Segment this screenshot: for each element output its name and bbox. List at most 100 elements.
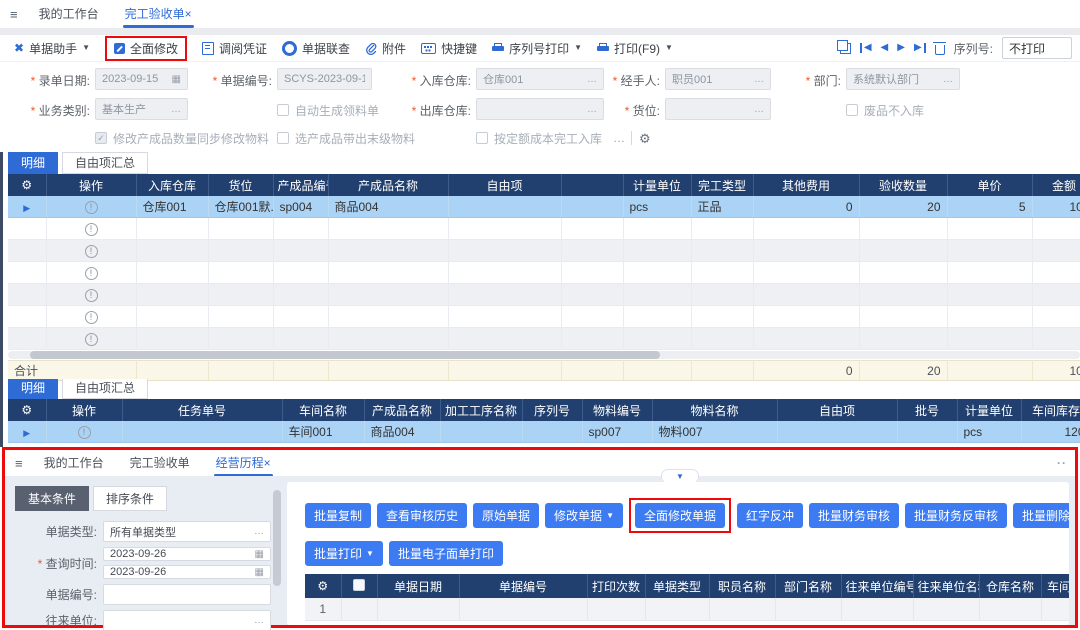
- edit-doc-button[interactable]: 修改单据 ▼: [545, 503, 623, 528]
- grid-settings-gear-icon[interactable]: ⚙: [305, 574, 341, 598]
- query-doc-no-field[interactable]: [103, 584, 271, 605]
- checkbox-icon: [277, 132, 289, 144]
- tab-completion-acceptance[interactable]: 完工验收单×: [112, 1, 205, 28]
- table-row[interactable]: !: [8, 284, 1080, 306]
- table-row[interactable]: !: [8, 218, 1080, 240]
- next-record-icon[interactable]: ▶: [897, 43, 905, 53]
- more-indicator[interactable]: ··: [1057, 456, 1067, 470]
- prev-record-icon[interactable]: ◀: [881, 43, 889, 53]
- batch-copy-button[interactable]: 批量复制: [305, 503, 371, 528]
- grid2-tab-detail[interactable]: 明细: [8, 379, 58, 399]
- top-tab-bar: ≡ 我的工作台 完工验收单×: [0, 0, 1080, 28]
- batch-fin-unaudit-button[interactable]: 批量财务反审核: [905, 503, 1007, 528]
- bring-material-checkbox[interactable]: 选产成品带出末级物料: [277, 126, 415, 150]
- audit-history-button[interactable]: 查看审核历史: [377, 503, 467, 528]
- scrollbar-thumb[interactable]: [30, 351, 660, 359]
- row-warning-icon[interactable]: !: [85, 289, 98, 302]
- date-from-field[interactable]: 2023-09-26 ▦: [103, 547, 271, 561]
- doc-assistant-button[interactable]: ✖ 单据助手 ▼: [14, 40, 90, 57]
- serial-print-button[interactable]: 序列号打印 ▼: [492, 40, 582, 57]
- quota-cost-checkbox[interactable]: 按定额成本完工入库: [476, 126, 602, 150]
- row-warning-icon[interactable]: !: [85, 223, 98, 236]
- attachment-button[interactable]: 附件: [365, 40, 406, 57]
- table-row[interactable]: !: [8, 328, 1080, 350]
- entry-date-field[interactable]: 2023-09-15 ▦: [95, 68, 188, 90]
- table-row[interactable]: !: [8, 306, 1080, 328]
- table-row[interactable]: !: [8, 262, 1080, 284]
- doc-link-query-button[interactable]: 单据联查: [282, 40, 350, 57]
- cell: [561, 284, 623, 306]
- batch-print-button[interactable]: 批量打印 ▼: [305, 541, 383, 566]
- grid-settings-gear-icon[interactable]: ⚙: [8, 174, 46, 196]
- material-grid-zone: 明细 自由项汇总 ⚙ 操作 任务单号 车间名称 产成品名称 加工工序名称 序列号…: [8, 379, 1080, 443]
- more-options-button[interactable]: …: [613, 126, 625, 150]
- tab-my-workspace[interactable]: 我的工作台: [26, 1, 112, 28]
- copy-doc-icon[interactable]: [840, 43, 851, 54]
- link-query-icon: [282, 41, 297, 56]
- batch-fin-audit-button[interactable]: 批量财务审核: [809, 503, 899, 528]
- view-voucher-button[interactable]: 调阅凭证: [202, 40, 267, 57]
- table-row[interactable]: !: [8, 240, 1080, 262]
- scrap-not-in-checkbox[interactable]: 废品不入库: [846, 98, 924, 122]
- cell: [691, 262, 753, 284]
- select-all-checkbox[interactable]: [341, 574, 377, 598]
- cell: [623, 284, 691, 306]
- sync-edit-checkbox[interactable]: ✓ 修改产成品数量同步修改物料: [95, 126, 269, 150]
- partner-label: 往来单位:: [15, 612, 97, 629]
- red-reverse-button[interactable]: 红字反冲: [737, 503, 803, 528]
- last-record-icon[interactable]: ▶: [914, 43, 926, 53]
- batch-ewaybill-print-button[interactable]: 批量电子面单打印: [389, 541, 503, 566]
- cell: [448, 196, 561, 218]
- horizontal-scrollbar[interactable]: [8, 351, 1080, 359]
- location-field[interactable]: …: [665, 98, 771, 120]
- grid2-tab-free-items[interactable]: 自由项汇总: [62, 379, 148, 399]
- dept-field[interactable]: 系统默认部门 …: [846, 68, 960, 90]
- filter-menu-icon[interactable]: ≡: [15, 456, 23, 471]
- partner-field[interactable]: …: [103, 610, 271, 630]
- first-record-icon[interactable]: ◀: [860, 43, 872, 53]
- cell: [136, 328, 208, 350]
- tab-completion-acceptance[interactable]: 完工验收单: [117, 450, 203, 477]
- row-warning-icon[interactable]: !: [85, 201, 98, 214]
- filter-menu-icon[interactable]: ≡: [10, 7, 18, 22]
- paperclip-icon: [365, 42, 377, 55]
- grid1-tab-free-items[interactable]: 自由项汇总: [62, 152, 148, 174]
- table-row-selected[interactable]: ▶ ! 仓库001 仓库001默... sp004 商品004 pcs 正品 0…: [8, 196, 1080, 218]
- date-to-field[interactable]: 2023-09-26 ▦: [103, 565, 271, 579]
- form-settings-gear-icon[interactable]: ⚙: [639, 126, 651, 150]
- table-row[interactable]: 1: [305, 598, 1069, 621]
- serial-no-select[interactable]: 不打印: [1002, 37, 1072, 59]
- handler-field[interactable]: 职员001 …: [665, 68, 771, 90]
- in-warehouse-field[interactable]: 仓库001 …: [476, 68, 604, 90]
- doc-type-field[interactable]: 所有单据类型 …: [103, 521, 271, 542]
- grid1-tab-detail[interactable]: 明细: [8, 152, 58, 174]
- tab-my-workspace[interactable]: 我的工作台: [31, 450, 117, 477]
- full-edit-button[interactable]: 全面修改: [114, 40, 178, 57]
- delete-icon[interactable]: [935, 45, 945, 55]
- full-edit-doc-button[interactable]: 全面修改单据: [635, 503, 725, 528]
- table-row-selected[interactable]: ▶ ! 车间001 商品004 sp007 物料007 pcs 120: [8, 421, 1080, 443]
- grid-settings-gear-icon[interactable]: ⚙: [8, 399, 46, 421]
- tab-basic-conditions[interactable]: 基本条件: [15, 486, 89, 511]
- vertical-scrollbar[interactable]: [273, 490, 281, 620]
- row-number: 1: [305, 598, 341, 621]
- doc-no-field[interactable]: SCYS-2023-09-15-...: [277, 68, 372, 90]
- row-warning-icon[interactable]: !: [85, 333, 98, 346]
- batch-delete-button[interactable]: 批量删除: [1013, 503, 1069, 528]
- tab-business-process[interactable]: 经营历程×: [203, 450, 284, 477]
- row-warning-icon[interactable]: !: [85, 267, 98, 280]
- out-warehouse-field[interactable]: …: [476, 98, 604, 120]
- scrollbar-thumb[interactable]: [273, 490, 281, 586]
- auto-gen-checkbox[interactable]: 自动生成领料单: [277, 98, 379, 122]
- original-doc-button[interactable]: 原始单据: [473, 503, 539, 528]
- cell: 车间001: [282, 421, 364, 443]
- row-warning-icon[interactable]: !: [85, 245, 98, 258]
- cell: [448, 218, 561, 240]
- hotkey-button[interactable]: 快捷键: [421, 40, 477, 57]
- print-f9-button[interactable]: 打印(F9) ▼: [597, 40, 673, 57]
- row-warning-icon[interactable]: !: [85, 311, 98, 324]
- cell: [1032, 328, 1080, 350]
- biz-type-field[interactable]: 基本生产 …: [95, 98, 188, 120]
- tab-sort-conditions[interactable]: 排序条件: [93, 486, 167, 511]
- row-warning-icon[interactable]: !: [78, 426, 91, 439]
